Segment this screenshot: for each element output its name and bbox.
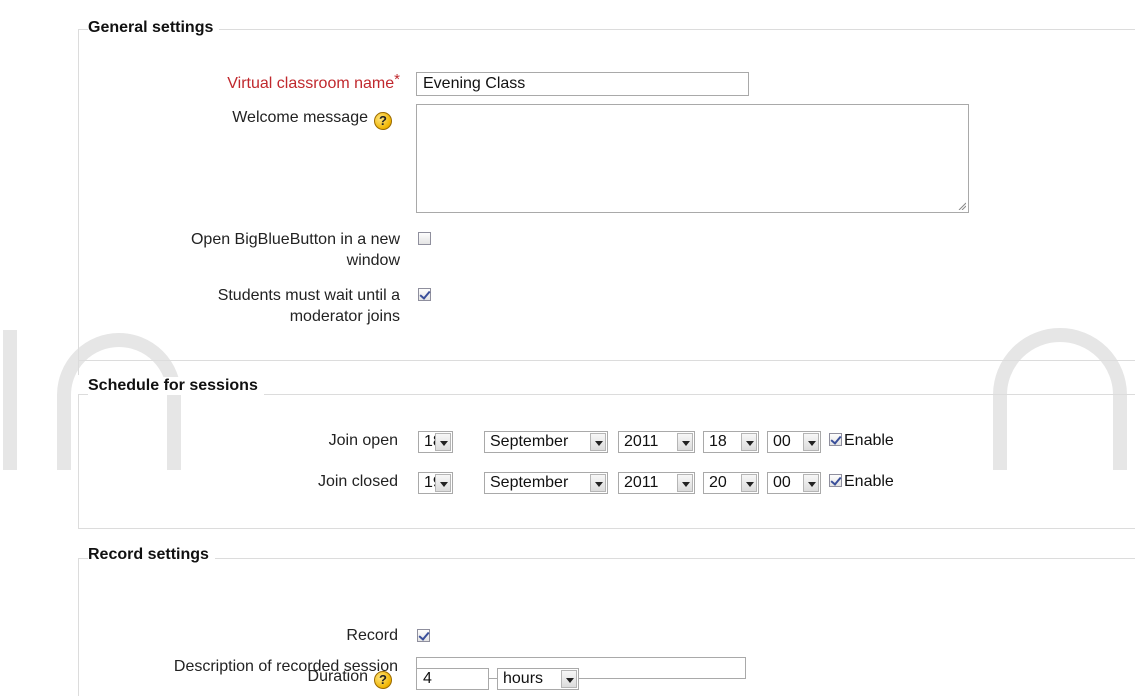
- minute-select[interactable]: 00: [767, 431, 821, 453]
- enable-toggle[interactable]: Enable: [829, 431, 894, 451]
- chevron-down-icon[interactable]: [435, 433, 451, 451]
- chevron-down-icon[interactable]: [677, 433, 693, 451]
- enable-label: Enable: [844, 432, 894, 449]
- duration-unit-select[interactable]: hours: [497, 668, 579, 690]
- welcome-message-textarea[interactable]: [416, 104, 969, 213]
- duration-unit-value: hours: [503, 670, 544, 687]
- chevron-down-icon[interactable]: [741, 433, 757, 451]
- year-value: 2011: [624, 433, 659, 450]
- classroom-name-input[interactable]: [416, 72, 749, 96]
- help-question-icon[interactable]: ?: [374, 112, 392, 130]
- help-question-icon[interactable]: ?: [374, 671, 392, 689]
- classroom-name-label: Virtual classroom name*: [227, 71, 400, 92]
- wait-moderator-label: Students must wait until a moderator joi…: [217, 287, 400, 325]
- record-checkbox[interactable]: [417, 629, 430, 642]
- resize-grip-icon[interactable]: [958, 202, 966, 210]
- general-settings-legend: General settings: [88, 19, 220, 37]
- wait-moderator-checkbox[interactable]: [418, 288, 431, 301]
- day-select[interactable]: 18: [418, 431, 453, 453]
- schedule-legend: Schedule for sessions: [88, 377, 264, 395]
- hour-value: 20: [709, 474, 727, 491]
- open-new-window-label: Open BigBlueButton in a new window: [190, 231, 400, 269]
- enable-label: Enable: [844, 473, 894, 490]
- chevron-down-icon[interactable]: [561, 670, 577, 688]
- chevron-down-icon[interactable]: [803, 433, 819, 451]
- year-select[interactable]: 2011: [618, 431, 695, 453]
- enable-checkbox[interactable]: [829, 474, 842, 487]
- open-new-window-checkbox[interactable]: [418, 232, 431, 245]
- schedule-row-label: Join closed: [317, 473, 398, 490]
- hour-select[interactable]: 18: [703, 431, 759, 453]
- chevron-down-icon[interactable]: [435, 474, 451, 492]
- hour-value: 18: [709, 433, 727, 450]
- duration-label: Duration?: [130, 666, 392, 689]
- hour-select[interactable]: 20: [703, 472, 759, 494]
- enable-toggle[interactable]: Enable: [829, 472, 894, 492]
- enable-checkbox[interactable]: [829, 433, 842, 446]
- chevron-down-icon[interactable]: [590, 474, 606, 492]
- day-select[interactable]: 19: [418, 472, 453, 494]
- minute-select[interactable]: 00: [767, 472, 821, 494]
- month-select[interactable]: September: [484, 472, 608, 494]
- chevron-down-icon[interactable]: [803, 474, 819, 492]
- month-value: September: [490, 474, 569, 491]
- month-select[interactable]: September: [484, 431, 608, 453]
- minute-value: 00: [773, 433, 791, 450]
- month-value: September: [490, 433, 569, 450]
- record-settings-legend: Record settings: [88, 546, 215, 564]
- year-value: 2011: [624, 474, 659, 491]
- chevron-down-icon[interactable]: [741, 474, 757, 492]
- chevron-down-icon[interactable]: [677, 474, 693, 492]
- record-label: Record: [346, 627, 398, 644]
- year-select[interactable]: 2011: [618, 472, 695, 494]
- schedule-fieldset: [78, 394, 1135, 529]
- duration-input[interactable]: [416, 668, 489, 690]
- chevron-down-icon[interactable]: [590, 433, 606, 451]
- welcome-message-label: Welcome message?: [130, 107, 392, 130]
- required-icon: *: [394, 71, 400, 88]
- minute-value: 00: [773, 474, 791, 491]
- schedule-row-label: Join open: [328, 432, 398, 449]
